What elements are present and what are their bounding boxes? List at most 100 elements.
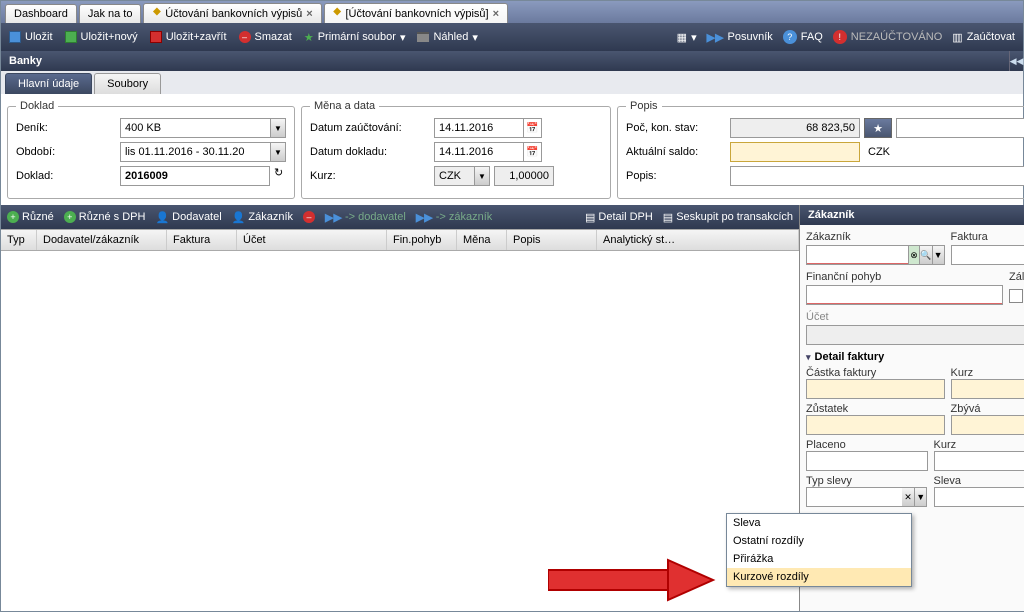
ucet-input[interactable] bbox=[806, 325, 1024, 345]
col-mena[interactable]: Měna bbox=[457, 230, 507, 250]
delete-button[interactable]: –Smazat bbox=[239, 31, 292, 43]
clear-icon[interactable]: ⊗ bbox=[909, 245, 921, 265]
obdobi-input[interactable] bbox=[120, 142, 270, 162]
datum-zauctovani-label: Datum zaúčtování: bbox=[310, 122, 430, 134]
datum-zauctovani-input[interactable] bbox=[434, 118, 524, 138]
kurz3-label: Kurz bbox=[934, 439, 957, 451]
col-typ[interactable]: Typ bbox=[1, 230, 37, 250]
kurz-label: Kurz: bbox=[310, 170, 430, 182]
faq-button[interactable]: ?FAQ bbox=[783, 30, 823, 44]
doklad-input[interactable] bbox=[120, 166, 270, 186]
clear-icon[interactable]: ✕ bbox=[902, 487, 915, 507]
user-icon: 👤 bbox=[155, 211, 169, 224]
posuvnik-button[interactable]: ▶▶Posuvník bbox=[707, 31, 773, 44]
typslevy-label: Typ slevy bbox=[806, 475, 852, 487]
datum-dokladu-input[interactable] bbox=[434, 142, 524, 162]
typslevy-input[interactable] bbox=[806, 487, 902, 507]
col-analyticky-st[interactable]: Analytický st… bbox=[597, 230, 799, 250]
ruzne-dph-button[interactable]: +Různé s DPH bbox=[64, 211, 146, 223]
poc-value bbox=[730, 118, 860, 138]
col-dodavatel-zakaznik[interactable]: Dodavatel/zákazník bbox=[37, 230, 167, 250]
tab-dashboard[interactable]: Dashboard bbox=[5, 4, 77, 23]
subtab-files[interactable]: Soubory bbox=[94, 73, 161, 94]
dropdown-option[interactable]: Kurzové rozdíly bbox=[727, 568, 911, 586]
denik-input[interactable] bbox=[120, 118, 270, 138]
close-icon[interactable]: × bbox=[493, 8, 499, 20]
toolbar: Uložit Uložit+nový Uložit+zavřít –Smazat… bbox=[1, 23, 1023, 51]
main-tabstrip: Dashboard Jak na to ⯁Účtování bankovních… bbox=[1, 1, 1023, 23]
zaloha-checkbox[interactable] bbox=[1009, 289, 1023, 303]
chevron-down-icon[interactable]: ▼ bbox=[474, 166, 490, 186]
close-icon[interactable]: × bbox=[306, 8, 312, 20]
star-button[interactable]: ★ bbox=[864, 118, 892, 138]
chevron-down-icon[interactable]: ▼ bbox=[270, 142, 286, 162]
search-icon[interactable]: 🔍 bbox=[920, 245, 932, 265]
finpohyb-input[interactable] bbox=[806, 285, 1003, 305]
tab-uctovani-1[interactable]: ⯁Účtování bankovních výpisů× bbox=[143, 3, 321, 23]
faktura-label: Faktura bbox=[951, 231, 1024, 243]
minus-icon: – bbox=[239, 31, 251, 43]
tool-dropdown[interactable]: ▦ ▾ bbox=[677, 31, 697, 44]
collapse-icon: ▾ bbox=[806, 352, 811, 363]
chevron-down-icon[interactable]: ▼ bbox=[270, 118, 286, 138]
col-popis[interactable]: Popis bbox=[507, 230, 597, 250]
dropdown-option[interactable]: Ostatní rozdíly bbox=[727, 532, 911, 550]
zbyva-label: Zbývá bbox=[951, 403, 981, 415]
kurz3-input[interactable] bbox=[934, 451, 1024, 471]
to-zakaznik-button[interactable]: ▶▶-> zákazník bbox=[416, 211, 492, 224]
star-icon: ★ bbox=[873, 122, 883, 135]
chevron-down-icon: ▾ bbox=[472, 31, 478, 44]
chevron-left-icon: ◀◀ bbox=[1010, 56, 1024, 67]
saldo-value bbox=[730, 142, 860, 162]
saldo-label: Aktuální saldo: bbox=[626, 146, 726, 158]
tab-uctovani-2[interactable]: ⯁[Účtování bankovních výpisů]× bbox=[324, 3, 508, 23]
zustatek-value bbox=[806, 415, 945, 435]
save-new-button[interactable]: Uložit+nový bbox=[65, 31, 138, 43]
coins-icon: ⯁ bbox=[333, 7, 342, 20]
ruzne-button[interactable]: +Různé bbox=[7, 211, 54, 223]
grid-toolbar: +Různé +Různé s DPH 👤Dodavatel 👤Zákazník… bbox=[1, 205, 799, 229]
zustatek-label: Zůstatek bbox=[806, 403, 848, 415]
chevron-down-icon[interactable]: ▼ bbox=[933, 245, 945, 265]
primary-file-button[interactable]: ★Primární soubor ▾ bbox=[304, 31, 406, 44]
detail-faktury-header[interactable]: ▾Detail faktury bbox=[806, 351, 1024, 363]
placeno-input[interactable] bbox=[806, 451, 928, 471]
preview-button[interactable]: Náhled ▾ bbox=[417, 31, 477, 44]
post-button[interactable]: ▥Zaúčtovat bbox=[952, 31, 1015, 44]
chevron-down-icon[interactable]: ▼ bbox=[915, 487, 928, 507]
sleva-label: Sleva bbox=[934, 475, 962, 487]
doklad-group: Doklad Deník: ▼ Období: ▼ Doklad: ↻ bbox=[7, 100, 295, 199]
to-dodavatel-button[interactable]: ▶▶-> dodavatel bbox=[325, 211, 406, 224]
page-title: Banky bbox=[1, 51, 1009, 71]
zakaznik-button[interactable]: 👤Zákazník bbox=[232, 211, 293, 224]
tab-jaknato[interactable]: Jak na to bbox=[79, 4, 142, 23]
zakaznik-label: Zákazník bbox=[806, 231, 945, 243]
sleva-input[interactable] bbox=[934, 487, 1024, 507]
kurz2-label: Kurz bbox=[951, 367, 974, 379]
kon-value[interactable] bbox=[896, 118, 1024, 138]
zaloha-label: Záloha bbox=[1009, 271, 1024, 283]
detail-dph-button[interactable]: ▤Detail DPH bbox=[585, 211, 653, 224]
faktura-input[interactable] bbox=[951, 245, 1024, 265]
col-finpohyb[interactable]: Fin.pohyb bbox=[387, 230, 457, 250]
dropdown-option[interactable]: Sleva bbox=[727, 514, 911, 532]
minus-icon: – bbox=[303, 211, 315, 223]
col-ucet[interactable]: Účet bbox=[237, 230, 387, 250]
save-close-button[interactable]: Uložit+zavřít bbox=[150, 31, 227, 43]
status-unposted: !NEZAÚČTOVÁNO bbox=[833, 30, 942, 44]
refresh-icon[interactable]: ↻ bbox=[274, 166, 283, 186]
collapse-panel-button[interactable]: ◀◀ bbox=[1009, 51, 1023, 71]
dropdown-option[interactable]: Přirážka bbox=[727, 550, 911, 568]
calendar-icon[interactable]: 📅 bbox=[524, 118, 542, 138]
popis-input[interactable] bbox=[730, 166, 1024, 186]
save-button[interactable]: Uložit bbox=[9, 31, 53, 43]
subtab-main[interactable]: Hlavní údaje bbox=[5, 73, 92, 94]
kurz-currency[interactable] bbox=[434, 166, 474, 186]
calendar-icon[interactable]: 📅 bbox=[524, 142, 542, 162]
remove-button[interactable]: – bbox=[303, 211, 315, 223]
zakaznik-input[interactable] bbox=[806, 245, 909, 265]
seskupit-button[interactable]: ▤Seskupit po transakcích bbox=[663, 211, 793, 224]
ledger-icon: ▥ bbox=[952, 31, 962, 44]
col-faktura[interactable]: Faktura bbox=[167, 230, 237, 250]
dodavatel-button[interactable]: 👤Dodavatel bbox=[155, 211, 221, 224]
